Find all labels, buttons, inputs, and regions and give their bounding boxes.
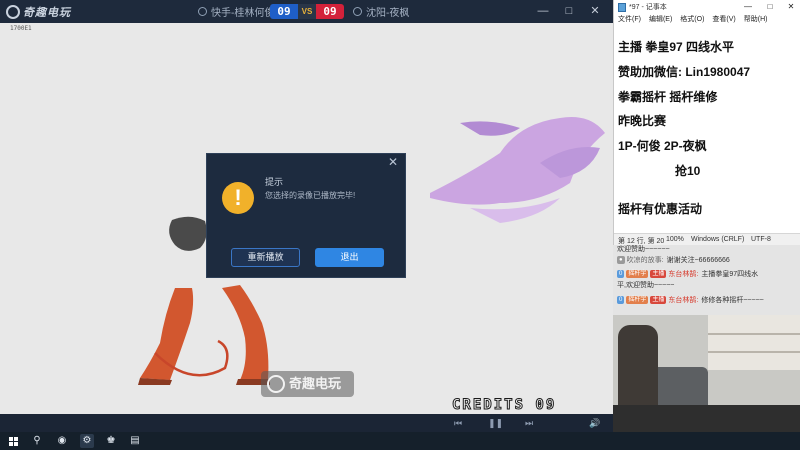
text-line: 主播 拳皇97 四线水平 — [618, 40, 735, 54]
notepad-close-button[interactable]: ✕ — [785, 1, 797, 13]
chat-text: 修修各种摇杆~~~~~ — [701, 297, 764, 304]
notepad-window: *97 - 记事本 — □ ✕ 文件(F) 编辑(E) 格式(O) 查看(V) … — [613, 0, 800, 245]
qq-app-icon[interactable]: ⚙ — [80, 434, 94, 448]
scoreboard: 09 VS 09 — [270, 4, 344, 19]
volume-button[interactable]: 🔊 — [588, 416, 602, 430]
shelf-divider — [708, 351, 800, 353]
desktop-screen: 奇趣电玩 快手-桂林何俊 09 VS 09 沈阳-夜枫 — □ ✕ 1700E1 — [0, 0, 800, 450]
notepad-app-icon — [618, 3, 626, 12]
webcam-feed — [613, 315, 800, 432]
close-window-button[interactable]: ✕ — [588, 4, 602, 18]
notepad-maximize-button[interactable]: □ — [764, 1, 776, 13]
notepad-taskbar-icon[interactable]: ▤ — [128, 434, 142, 448]
edge-browser-icon[interactable]: ◉ — [55, 434, 69, 448]
line-ending: Windows (CRLF) — [691, 236, 745, 243]
player1-score: 09 — [270, 4, 298, 19]
pause-button[interactable]: ❚❚ — [488, 416, 503, 430]
dialog-message: 您选择的录像已播放完毕! — [265, 191, 356, 200]
fire-effect — [430, 117, 605, 223]
watermark-icon — [267, 375, 285, 393]
chat-text: 主播拳皇97四线水 — [701, 271, 759, 278]
player2-score: 09 — [316, 4, 344, 19]
player1-label: 快手-桂林何俊 — [198, 4, 274, 19]
warning-icon: ! — [222, 182, 254, 214]
search-icon[interactable]: ⚲ — [30, 434, 44, 448]
menu-edit[interactable]: 编辑(E) — [649, 14, 672, 26]
game-app-icon[interactable]: ♚ — [104, 434, 118, 448]
chat-message: 0 摇杆宇 主播 东台林鹄: 主播拳皇97四线水 — [617, 269, 758, 279]
notepad-statusbar: 第 12 行, 第 20 100% Windows (CRLF) UTF-8 — [614, 233, 800, 245]
dialog-close-button[interactable]: ✕ — [387, 156, 399, 168]
notepad-text-area[interactable]: 主播 拳皇97 四线水平 赞助加微信: Lin1980047 拳霸摇杆 摇杆维修… — [618, 30, 796, 230]
chat-message: ● 吹凉的放事: 谢谢关注~66666666 — [617, 255, 730, 265]
text-line: 赞助加微信: Lin1980047 — [618, 65, 751, 79]
player2-label: 沈阳-夜枫 — [353, 4, 409, 19]
live-chat-panel: 欢迎赞助~~~~~~ ● 吹凉的放事: 谢谢关注~66666666 0 摇杆宇 … — [613, 245, 800, 315]
menu-view[interactable]: 查看(V) — [712, 14, 735, 26]
minimize-button[interactable]: — — [536, 4, 550, 18]
windows-taskbar: ⚲ ◉ ⚙ ♚ ▤ — [0, 432, 800, 450]
role-badge: 主播 — [650, 270, 667, 278]
chat-username: 吹凉的放事: — [626, 257, 664, 264]
replay-button[interactable]: 重新播放 — [231, 248, 300, 267]
encoding: UTF-8 — [751, 236, 771, 243]
watermark-logo: 奇趣电玩 — [261, 371, 354, 397]
chat-username: 东台林鹄: — [668, 297, 699, 304]
watermark-text: 奇趣电玩 — [289, 376, 342, 391]
text-line: 抢10 — [675, 164, 701, 178]
user-level-badge: 0 — [617, 296, 625, 304]
text-line: 昨晚比赛 — [618, 114, 667, 128]
player1-name: 快手-桂林何俊 — [211, 8, 275, 19]
notepad-titlebar: *97 - 记事本 — □ ✕ — [614, 0, 800, 14]
start-button[interactable] — [6, 434, 20, 448]
player2-icon — [353, 7, 362, 16]
text-line: 1P-何俊 2P-夜枫 — [618, 139, 707, 153]
chat-text: 谢谢关注~66666666 — [666, 257, 730, 264]
notepad-title: *97 - 记事本 — [629, 4, 667, 11]
exit-button[interactable]: 退出 — [315, 248, 384, 267]
desk-area — [613, 405, 800, 432]
app-logo: 奇趣电玩 — [6, 3, 71, 20]
playback-bar: ⏮ ❚❚ ⏭ 🔊 — [0, 414, 613, 432]
chat-message: 欢迎赞助~~~~~~ — [617, 245, 670, 254]
vs-badge: VS — [298, 4, 316, 19]
notepad-minimize-button[interactable]: — — [742, 1, 754, 13]
menu-file[interactable]: 文件(F) — [618, 14, 641, 26]
text-line: 拳霸摇杆 摇杆维修 — [618, 90, 718, 104]
logo-text: 奇趣电玩 — [23, 6, 71, 19]
fan-badge: 摇杆宇 — [626, 270, 649, 278]
chat-username: 东台林鹄: — [668, 271, 699, 278]
user-level-badge: 0 — [617, 270, 625, 278]
chat-message: 0 摇杆宇 主播 东台林鹄: 修修各种摇杆~~~~~ — [617, 295, 764, 305]
forward-button[interactable]: ⏭ — [522, 416, 536, 430]
zoom-level: 100% — [666, 236, 684, 243]
shelf-divider — [708, 333, 800, 335]
notepad-menubar: 文件(F) 编辑(E) 格式(O) 查看(V) 帮助(H) — [614, 14, 800, 26]
role-badge: 主播 — [650, 296, 667, 304]
menu-help[interactable]: 帮助(H) — [744, 14, 768, 26]
background-shelf — [708, 315, 800, 370]
credits-counter: CREDITS 09 — [451, 397, 557, 414]
windows-logo-icon — [8, 437, 18, 446]
dialog-title: 提示 — [265, 177, 284, 187]
chat-text: 欢迎赞助~~~~~~ — [617, 246, 670, 253]
menu-format[interactable]: 格式(O) — [680, 14, 704, 26]
chat-message-continuation: 平,欢迎赞助~~~~~ — [617, 280, 674, 290]
rewind-button[interactable]: ⏮ — [451, 416, 465, 430]
game-replay-window: 奇趣电玩 快手-桂林何俊 09 VS 09 沈阳-夜枫 — □ ✕ 1700E1 — [0, 0, 613, 432]
chat-text: 平,欢迎赞助~~~~~ — [617, 282, 675, 289]
player2-name: 沈阳-夜枫 — [366, 8, 410, 19]
fan-badge: 摇杆宇 — [626, 296, 649, 304]
user-level-badge: ● — [617, 256, 625, 264]
logo-icon — [6, 4, 20, 19]
playback-finished-dialog: ✕ ! 提示 您选择的录像已播放完毕! 重新播放 退出 — [206, 153, 406, 278]
player1-icon — [198, 7, 207, 16]
text-line: 摇杆有优惠活动 — [618, 202, 703, 216]
maximize-button[interactable]: □ — [562, 4, 576, 18]
game-titlebar: 奇趣电玩 快手-桂林何俊 09 VS 09 沈阳-夜枫 — □ ✕ — [0, 0, 613, 23]
